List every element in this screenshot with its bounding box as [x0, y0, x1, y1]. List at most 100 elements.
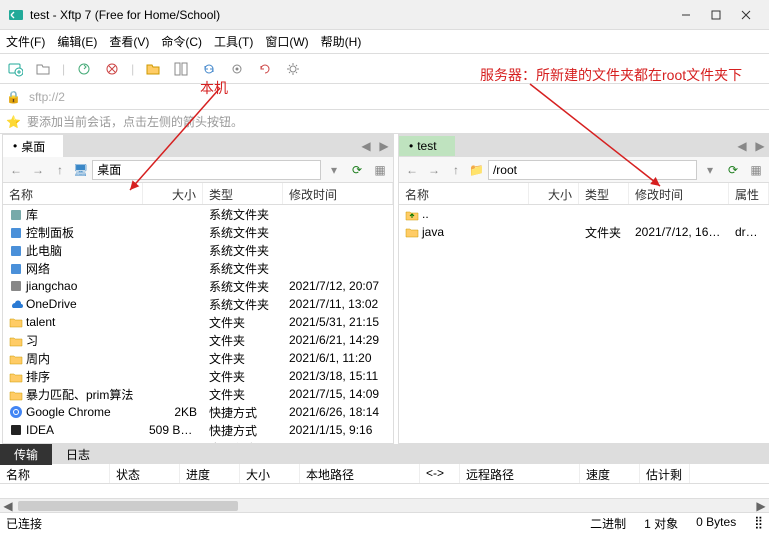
menu-window[interactable]: 窗口(W) [265, 33, 308, 50]
open-session-icon[interactable] [34, 60, 52, 78]
col-attr[interactable]: 属性 [729, 183, 769, 204]
refresh-tb-icon[interactable] [256, 60, 274, 78]
list-item[interactable]: talent文件夹2021/5/31, 21:15 [3, 313, 393, 331]
menu-tools[interactable]: 工具(T) [214, 33, 253, 50]
col-type[interactable]: 类型 [203, 183, 283, 204]
status-bar: 已连接 二进制 1 对象 0 Bytes ⣿ [0, 512, 769, 534]
list-item[interactable]: GifCam.exe1.58MB应用程序2020/3/11, 10:30 [3, 439, 393, 443]
tab-log[interactable]: 日志 [52, 444, 104, 465]
up-icon[interactable]: ↑ [447, 161, 465, 179]
close-button[interactable] [731, 3, 761, 27]
list-item[interactable]: 排序文件夹2021/3/18, 15:11 [3, 367, 393, 385]
remote-pane: • test ◀▶ ← → ↑ 📁 ▾ ⟳ ▦ 名称 大小 类型 修改时间 属性… [398, 134, 769, 444]
menu-bar: 文件(F) 编辑(E) 查看(V) 命令(C) 工具(T) 窗口(W) 帮助(H… [0, 30, 769, 54]
layout-icon[interactable] [172, 60, 190, 78]
tcol-remote[interactable]: 远程路径 [460, 464, 580, 483]
back-icon[interactable]: ← [7, 161, 25, 179]
list-item[interactable]: IDEA509 Bytes快捷方式2021/1/15, 9:16 [3, 421, 393, 439]
list-item[interactable]: 网络系统文件夹 [3, 259, 393, 277]
settings-icon[interactable] [284, 60, 302, 78]
tab-left-icon[interactable]: ◀ [733, 139, 751, 153]
list-item[interactable]: Google Chrome2KB快捷方式2021/6/26, 18:14 [3, 403, 393, 421]
view-toggle-icon[interactable]: ▦ [371, 161, 389, 179]
tcol-dir[interactable]: <-> [420, 464, 460, 483]
menu-help[interactable]: 帮助(H) [321, 33, 362, 50]
remote-path-input[interactable] [488, 160, 697, 180]
gif-icon [9, 441, 23, 443]
tcol-local[interactable]: 本地路径 [300, 464, 420, 483]
up-icon[interactable]: ↑ [51, 161, 69, 179]
list-item[interactable]: 暴力匹配、prim算法文件夹2021/7/15, 14:09 [3, 385, 393, 403]
col-size[interactable]: 大小 [143, 183, 203, 204]
maximize-button[interactable] [701, 3, 731, 27]
folder-icon [9, 334, 23, 348]
tab-left-icon[interactable]: ◀ [357, 139, 375, 153]
tcol-status[interactable]: 状态 [110, 464, 180, 483]
session-url[interactable]: sftp://2 [29, 90, 65, 104]
list-item[interactable]: 周内文件夹2021/6/1, 11:20 [3, 349, 393, 367]
tcol-speed[interactable]: 速度 [580, 464, 640, 483]
local-tab[interactable]: • 桌面 [3, 135, 63, 158]
new-session-icon[interactable] [6, 60, 24, 78]
title-bar: test - Xftp 7 (Free for Home/School) [0, 0, 769, 30]
list-item[interactable]: 库系统文件夹 [3, 205, 393, 223]
col-name[interactable]: 名称 [3, 183, 143, 204]
forward-icon[interactable]: → [29, 161, 47, 179]
bookmark-icon[interactable]: ⭐ [6, 115, 21, 129]
tab-right-icon[interactable]: ▶ [375, 139, 393, 153]
tab-right-icon[interactable]: ▶ [751, 139, 769, 153]
col-size[interactable]: 大小 [529, 183, 579, 204]
tcol-eta[interactable]: 估计剩 [640, 464, 690, 483]
history-icon[interactable]: ▾ [701, 161, 719, 179]
refresh-icon[interactable]: ⟳ [347, 163, 367, 177]
tcol-progress[interactable]: 进度 [180, 464, 240, 483]
menu-file[interactable]: 文件(F) [6, 33, 45, 50]
forward-icon[interactable]: → [425, 161, 443, 179]
view-icon[interactable] [228, 60, 246, 78]
remote-file-list[interactable]: ..java文件夹2021/7/12, 16:36drwxr [399, 205, 769, 443]
status-encoding: 二进制 [590, 515, 626, 532]
list-item[interactable]: 控制面板系统文件夹 [3, 223, 393, 241]
list-item[interactable]: .. [399, 205, 769, 223]
up-icon [405, 207, 419, 221]
menu-command[interactable]: 命令(C) [161, 33, 202, 50]
local-file-list[interactable]: 库系统文件夹控制面板系统文件夹此电脑系统文件夹网络系统文件夹jiangchao系… [3, 205, 393, 443]
local-path-input[interactable] [92, 160, 321, 180]
sync-icon[interactable] [200, 60, 218, 78]
list-item[interactable]: 习文件夹2021/6/21, 14:29 [3, 331, 393, 349]
view-toggle-icon[interactable]: ▦ [747, 161, 765, 179]
col-mtime[interactable]: 修改时间 [283, 183, 393, 204]
remote-tab[interactable]: • test [399, 136, 455, 156]
history-icon[interactable]: ▾ [325, 161, 343, 179]
folder-icon [9, 352, 23, 366]
window-title: test - Xftp 7 (Free for Home/School) [30, 8, 671, 22]
col-name[interactable]: 名称 [399, 183, 529, 204]
col-mtime[interactable]: 修改时间 [629, 183, 729, 204]
tcol-name[interactable]: 名称 [0, 464, 110, 483]
lock-icon: 🔒 [6, 90, 21, 104]
back-icon[interactable]: ← [403, 161, 421, 179]
disconnect-icon[interactable] [103, 60, 121, 78]
folder-icon [9, 388, 23, 402]
hint-text: 要添加当前会话，点击左侧的箭头按钮。 [27, 113, 243, 130]
list-item[interactable]: java文件夹2021/7/12, 16:36drwxr [399, 223, 769, 241]
list-item[interactable]: jiangchao系统文件夹2021/7/12, 20:07 [3, 277, 393, 295]
reconnect-icon[interactable] [75, 60, 93, 78]
address-bar: 🔒 sftp://2 [0, 84, 769, 110]
col-type[interactable]: 类型 [579, 183, 629, 204]
status-grip-icon: ⣿ [754, 515, 763, 532]
new-folder-icon[interactable] [144, 60, 162, 78]
hint-bar: ⭐ 要添加当前会话，点击左侧的箭头按钮。 [0, 110, 769, 134]
minimize-button[interactable] [671, 3, 701, 27]
list-item[interactable]: OneDrive系统文件夹2021/7/11, 13:02 [3, 295, 393, 313]
transfer-columns: 名称 状态 进度 大小 本地路径 <-> 远程路径 速度 估计剩 [0, 464, 769, 484]
tcol-size[interactable]: 大小 [240, 464, 300, 483]
menu-edit[interactable]: 编辑(E) [57, 33, 97, 50]
menu-view[interactable]: 查看(V) [109, 33, 149, 50]
tab-transfer[interactable]: 传输 [0, 444, 52, 465]
h-scrollbar[interactable]: ◀▶ [0, 498, 769, 512]
list-item[interactable]: 此电脑系统文件夹 [3, 241, 393, 259]
refresh-icon[interactable]: ⟳ [723, 163, 743, 177]
bottom-tabs: 传输 日志 [0, 444, 769, 464]
transfer-list[interactable] [0, 484, 769, 498]
